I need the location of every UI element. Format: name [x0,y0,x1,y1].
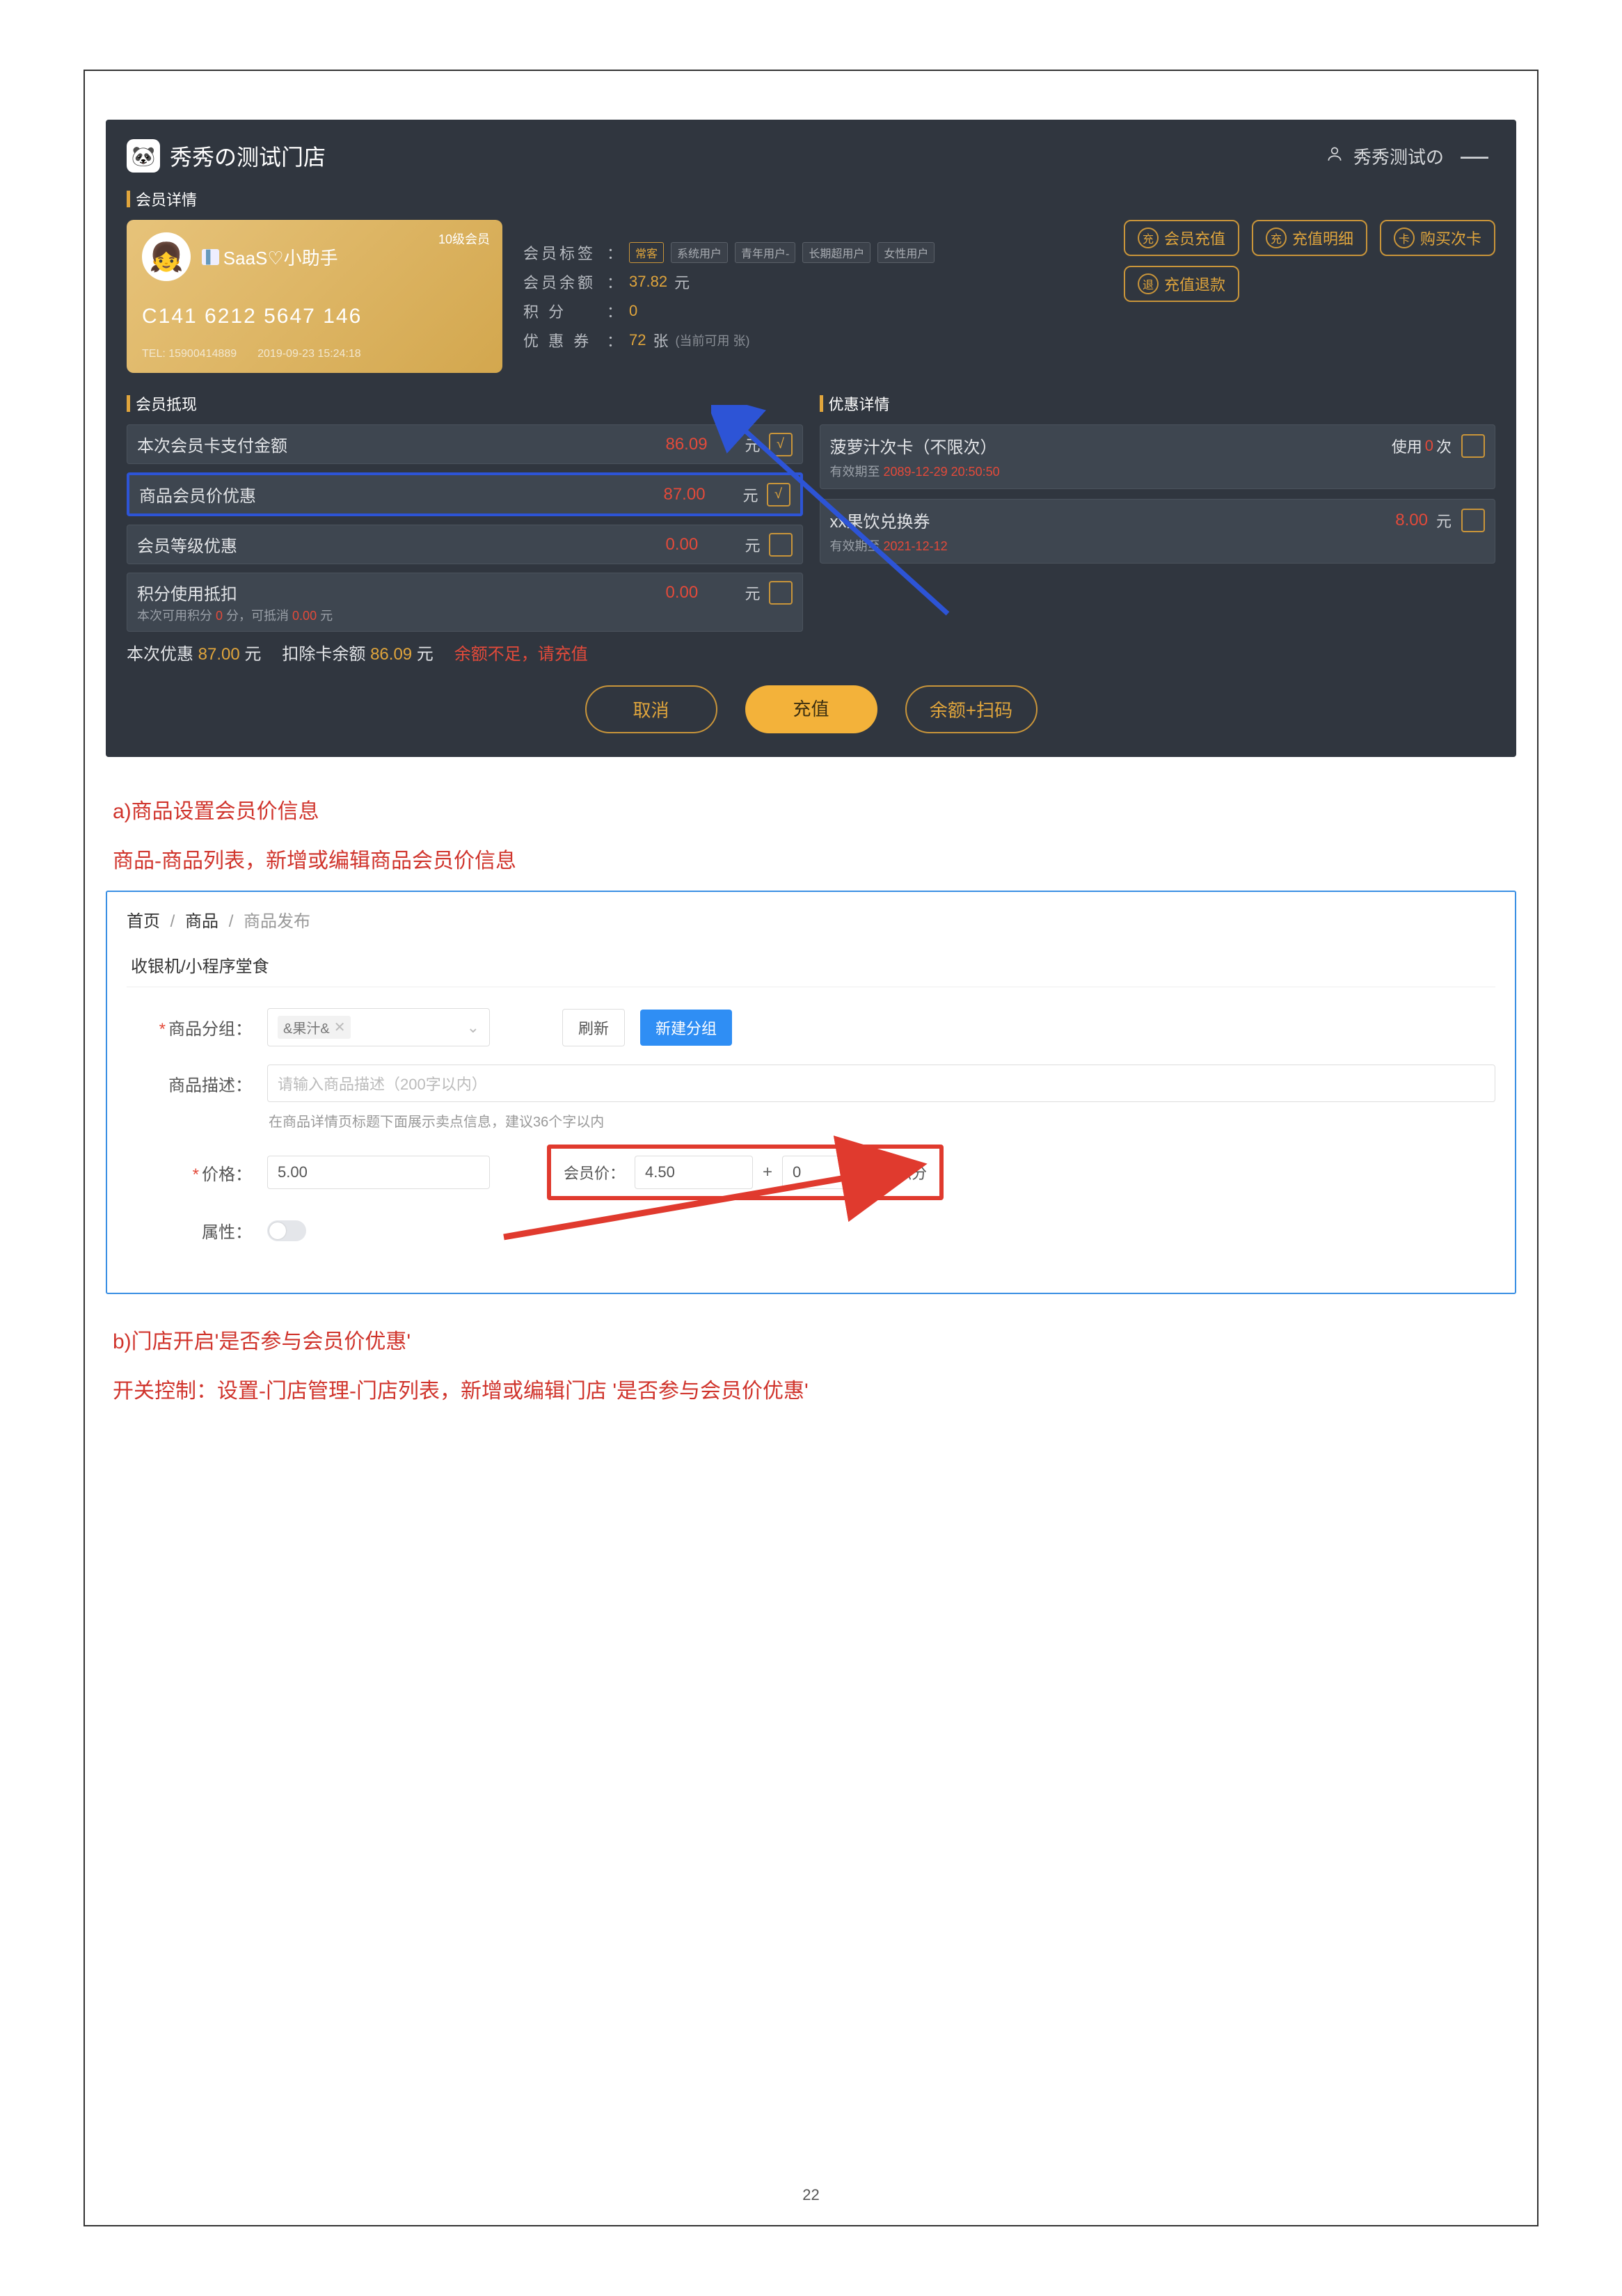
checkbox-checked-icon[interactable]: √ [767,483,790,507]
desc-hint: 在商品详情页标题下面展示卖点信息，建议36个字以内 [269,1110,1495,1131]
deduct-heading: 会员抵现 [127,392,803,415]
member-price-input[interactable]: 4.50 [635,1156,753,1189]
form-tab[interactable]: 收银机/小程序堂食 [127,943,1495,987]
product-group-row: *商品分组： &果汁&✕ ⌄ 刷新 新建分组 [127,1008,1495,1046]
checkbox-checked-icon[interactable]: √ [769,433,793,456]
coupon-heading: 优惠详情 [820,392,1496,415]
member-tag: 系统用户 [671,242,728,263]
member-actions: 充 会员充值 充 充值明细 卡 购买次卡 退 充值退款 [1124,220,1495,373]
breadcrumb: 首页 / 商品 / 商品发布 [127,907,1495,932]
member-meta: TEL: 15900414889 2019-09-23 15:24:18 [142,348,487,360]
member-points-input[interactable]: 0 [782,1156,886,1189]
level-discount-row[interactable]: 会员等级优惠 0.00 元 √ [127,525,803,564]
member-tag: 青年用户- [735,242,795,263]
recharge-button-main[interactable]: 充值 [745,685,877,733]
points-deduct-sub: 本次可用积分 0 分，可抵消 0.00 元 [137,606,793,624]
member-coupons-row: 优 惠 券： 72 张 (当前可用 张) [523,329,1103,351]
coupon-item[interactable]: 菠萝汁次卡（不限次） 使用 0 次 有效期至 2089-12-29 20:50:… [820,424,1496,489]
buy-card-button[interactable]: 卡 购买次卡 [1380,220,1495,256]
member-tag: 常客 [629,242,664,263]
pos-header: 🐼 秀秀の测试门店 秀秀测试の — [127,139,1495,184]
balance-warning: 余额不足，请充值 [454,640,588,664]
member-price-highlight: 会员价： 4.50 + 0 积分 [547,1145,944,1200]
attribute-row: 属性： [127,1218,1495,1243]
breadcrumb-release: 商品发布 [244,912,310,931]
attribute-toggle[interactable] [267,1220,306,1241]
member-level: 10级会员 [438,230,490,248]
coupon-item[interactable]: xx果饮兑换券 8.00 元 有效期至 2021-12-12 [820,499,1496,564]
pos-panel: 🐼 秀秀の测试门店 秀秀测试の — 会员详情 10级会员 👧 ▌ [106,120,1516,757]
minimize-button[interactable]: — [1454,149,1495,163]
recharge-icon: 充 [1138,228,1159,248]
refund-button[interactable]: 退 充值退款 [1124,266,1239,302]
doc-sub-a: 商品-商品列表，新增或编辑商品会员价信息 [113,841,1516,881]
member-card-number: C141 6212 5647 146 [142,305,487,328]
points-unit: 积分 [896,1161,927,1183]
member-price-label: 会员价： [564,1161,625,1183]
member-detail-heading: 会员详情 [127,188,1495,210]
member-tag: 女性用户 [877,242,935,263]
product-form-panel: 首页 / 商品 / 商品发布 收银机/小程序堂食 *商品分组： &果汁&✕ ⌄ … [106,891,1516,1294]
page-number: 22 [85,2186,1537,2204]
refund-icon: 退 [1138,273,1159,294]
balance-scan-button[interactable]: 余额+扫码 [905,685,1037,733]
member-card: 10级会员 👧 ▌ SaaS♡小助手 C141 6212 5647 146 TE… [127,220,502,373]
new-group-button[interactable]: 新建分组 [640,1010,732,1046]
member-avatar: 👧 [142,232,191,281]
doc-sub-b: 开关控制：设置-门店管理-门店列表，新增或编辑门店 '是否参与会员价优惠' [113,1371,1516,1411]
app-logo: 🐼 [127,139,160,173]
user-name[interactable]: 秀秀测试の [1353,143,1444,169]
summary-row: 本次优惠 87.00 元 扣除卡余额 86.09 元 余额不足，请充值 [127,640,803,664]
member-info: 会员标签： 常客 系统用户 青年用户- 长期超用户 女性用户 会员余额： 37.… [523,220,1103,373]
product-group-select[interactable]: &果汁&✕ ⌄ [267,1008,490,1046]
refresh-button[interactable]: 刷新 [562,1009,625,1046]
member-tag: 长期超用户 [802,242,870,263]
breadcrumb-home[interactable]: 首页 [127,912,160,931]
member-name: ▌ SaaS♡小助手 [202,244,338,270]
remove-tag-icon[interactable]: ✕ [334,1019,346,1036]
recharge-icon: 充 [1266,228,1287,248]
card-icon: 卡 [1394,228,1415,248]
points-deduct-row[interactable]: 积分使用抵扣 0.00 元 √ 本次可用积分 0 分，可抵消 0.00 元 [127,573,803,632]
member-balance-row: 会员余额： 37.82 元 [523,271,1103,293]
cancel-button[interactable]: 取消 [585,685,717,733]
member-points-row: 积 分： 0 [523,300,1103,322]
user-icon [1326,145,1344,168]
recharge-detail-button[interactable]: 充 充值明细 [1252,220,1367,256]
store-title: 秀秀の测试门店 [170,140,326,172]
checkbox-unchecked-icon[interactable] [1461,434,1485,458]
pos-actions: 取消 充值 余额+扫码 [127,685,1495,733]
doc-heading-b: b)门店开启'是否参与会员价优惠' [113,1322,1516,1362]
price-row: *价格： 5.00 会员价： 4.50 + 0 积分 [127,1145,1495,1200]
coupon-column: 优惠详情 菠萝汁次卡（不限次） 使用 0 次 有效期至 2089-12-29 2… [820,388,1496,664]
breadcrumb-product[interactable]: 商品 [185,912,218,931]
recharge-button[interactable]: 充 会员充值 [1124,220,1239,256]
price-input[interactable]: 5.00 [267,1156,490,1189]
pay-amount-row[interactable]: 本次会员卡支付金额 86.09 元 √ [127,424,803,464]
plus-icon: + [763,1163,772,1182]
chevron-down-icon: ⌄ [467,1019,479,1037]
product-desc-input[interactable]: 请输入商品描述（200字以内） [267,1065,1495,1102]
member-price-discount-row[interactable]: 商品会员价优惠 87.00 元 √ [127,472,803,516]
deduct-column: 会员抵现 本次会员卡支付金额 86.09 元 √ 商品会员价优惠 87.00 元… [127,388,803,664]
doc-heading-a: a)商品设置会员价信息 [113,792,1516,831]
member-tags-row: 会员标签： 常客 系统用户 青年用户- 长期超用户 女性用户 [523,241,1103,264]
checkbox-unchecked-icon[interactable] [1461,509,1485,532]
checkbox-unchecked-icon[interactable]: √ [769,581,793,605]
product-desc-row: 商品描述： 请输入商品描述（200字以内） [127,1065,1495,1102]
checkbox-unchecked-icon[interactable]: √ [769,533,793,557]
